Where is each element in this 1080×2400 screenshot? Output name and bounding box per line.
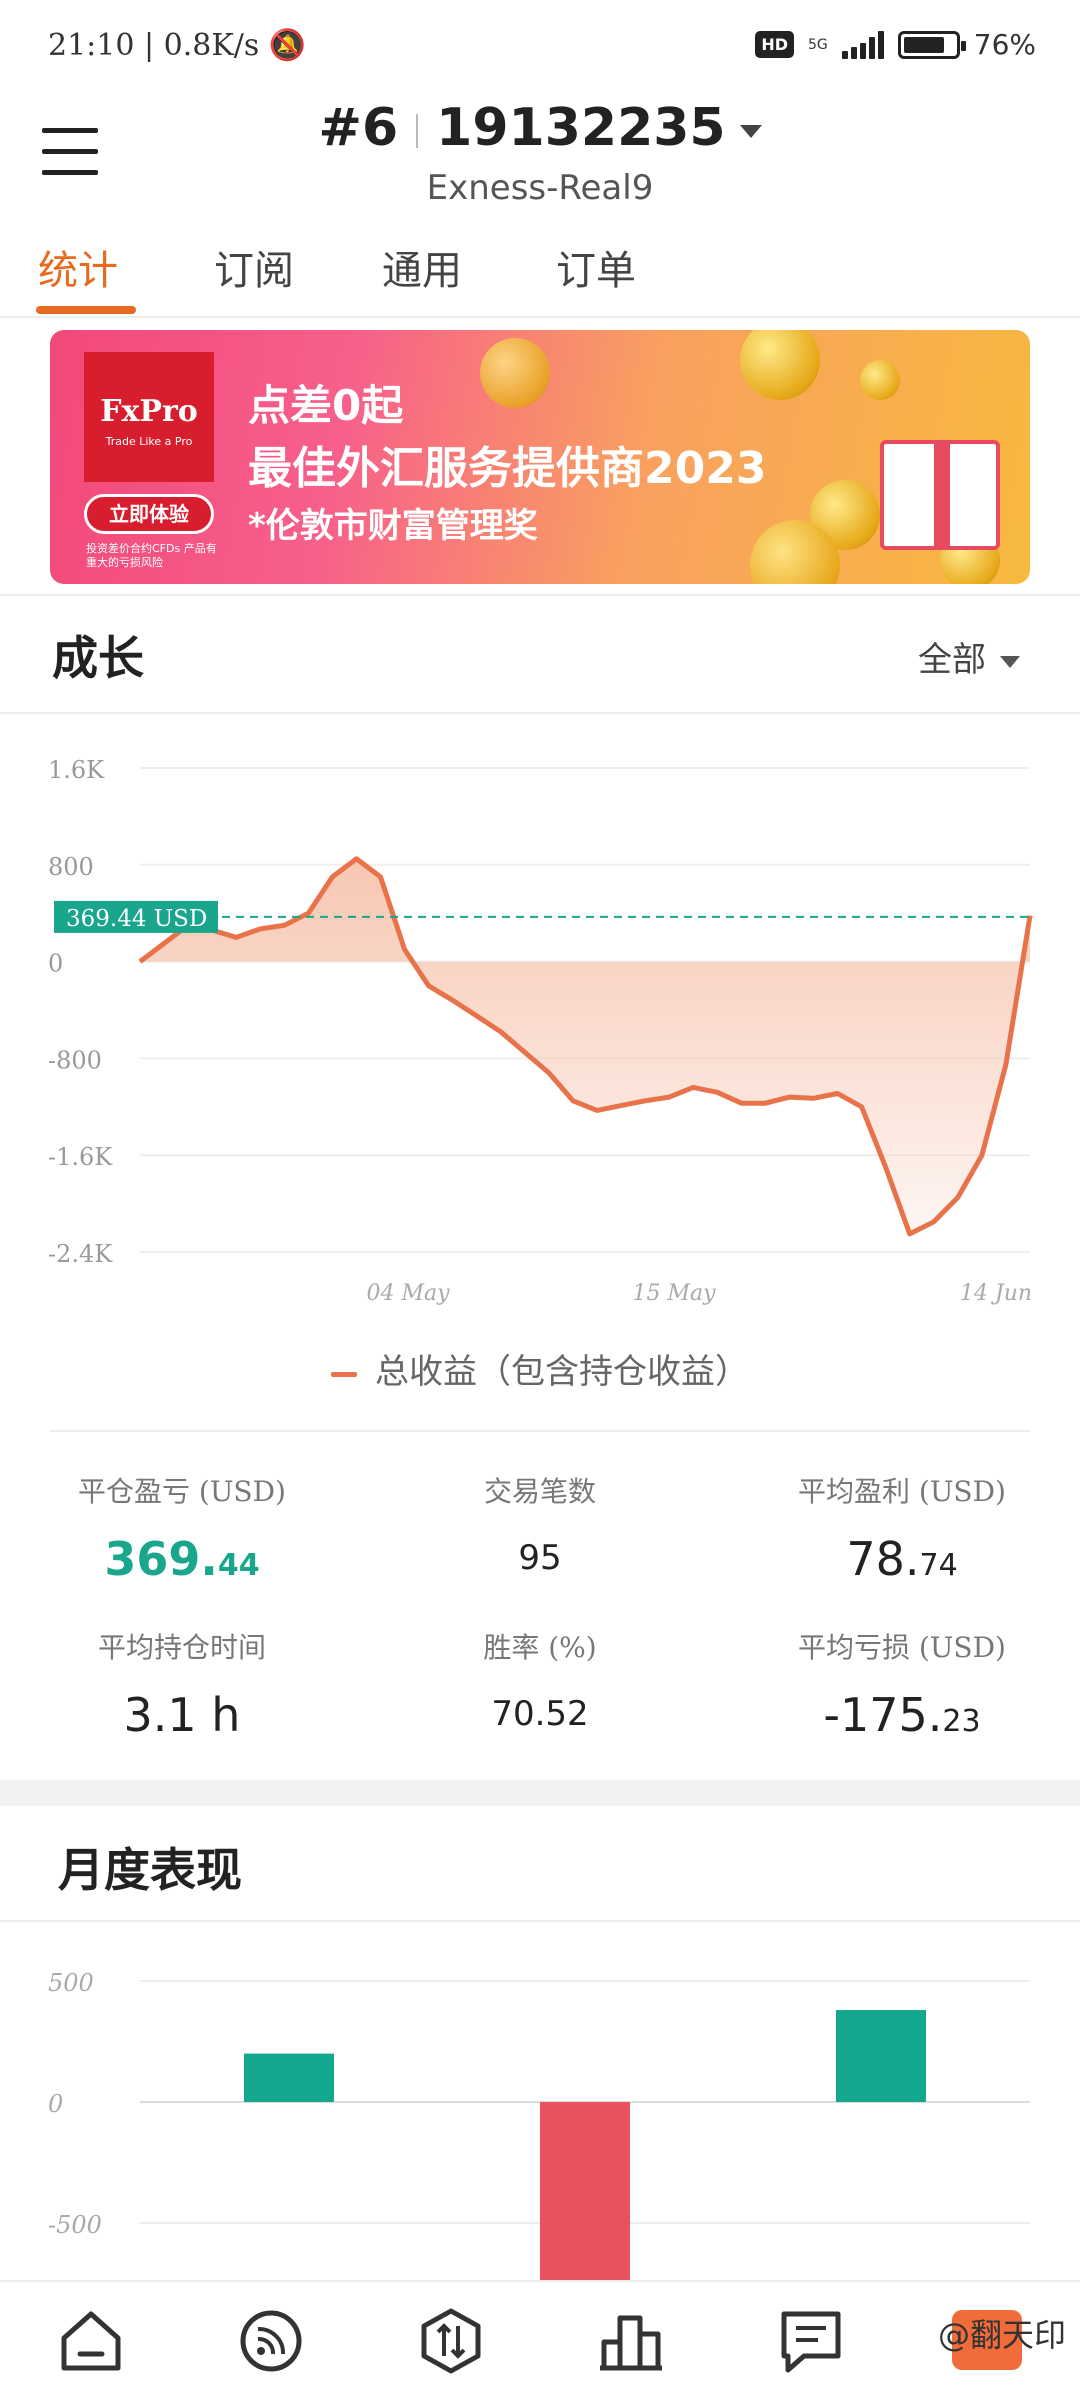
tab-statistics[interactable]: 统计 [38,238,118,296]
account-number: 19132235 [436,98,726,158]
range-selector[interactable]: 全部 [918,632,1020,681]
tab-active-indicator [36,306,136,314]
battery-level: 76% [973,28,1036,61]
messages-icon[interactable] [776,2306,846,2376]
tab-subscribe[interactable]: 订阅 [214,238,294,296]
watermark: @翻天印 [937,2316,1066,2354]
y-tick-label: 1.6K [48,756,105,784]
network-label: 5G [808,36,828,53]
x-tick-label: 14 Jun [960,1281,1032,1306]
chevron-down-icon [1000,656,1020,668]
monthly-chart: 500 0 -500 [48,1969,1030,2280]
legend-swatch [331,1371,357,1377]
stat-trade-count: 交易笔数 95 [483,1475,596,1578]
banner-disclaimer: 投资差价合约CFDs 产品有重大的亏损风险 [86,542,217,569]
mute-icon: 🔕 [268,28,307,63]
banner-line2: 最佳外汇服务提供商2023 [248,443,767,494]
bottom-nav [0,2280,1080,2400]
status-indicators: HD 5G 76% [755,28,1036,61]
banner-line1: 点差0起 [248,381,404,430]
stat-avg-loss: 平均亏损 (USD) -175.23 [798,1631,1006,1742]
tab-orders[interactable]: 订单 [556,238,636,296]
monthly-bar [836,2010,926,2102]
growth-area [140,858,1030,1234]
y-tick-label: 800 [48,853,94,881]
try-now-button[interactable]: 立即体验 [84,494,214,534]
monthly-bar [244,2053,334,2102]
y-tick-label: -1.6K [48,1143,113,1171]
gift-icon [880,440,1000,550]
battery-icon [897,30,966,59]
tab-general[interactable]: 通用 [382,238,462,296]
chart-legend: 总收益（包含持仓收益） [0,1344,1080,1393]
signals-icon[interactable] [236,2306,306,2376]
stat-closed-pnl: 平仓盈亏 (USD) 369.44 [78,1475,286,1586]
current-value-label: 369.44 USD [66,906,207,932]
status-bar: 21:10 | 0.8K/s 🔕 HD 5G 76% [0,0,1080,96]
growth-chart: 1.6K 800 0 -800 -1.6K -2.4K 369.44 USD 04 May 15… [48,756,1033,1306]
account-selector[interactable]: #6 19132235 [0,98,1080,158]
tab-bar: 统计 订阅 通用 订单 [0,232,1080,318]
fxpro-logo: FxPro Trade Like a Pro [84,352,214,482]
stat-win-rate: 胜率 (%) 70.52 [483,1631,597,1734]
y-tick-label: 0 [48,2090,63,2118]
x-tick-label: 15 May [632,1281,716,1306]
monthly-title: 月度表现 [58,1843,242,1897]
x-tick-label: 04 May [366,1281,450,1306]
monthly-bar [540,2102,630,2280]
stats-icon[interactable] [596,2306,666,2376]
growth-title: 成长 [52,631,144,685]
stat-avg-profit: 平均盈利 (USD) 78.74 [798,1475,1006,1586]
trade-icon[interactable] [416,2306,486,2376]
y-tick-label: -2.4K [48,1240,113,1268]
status-time: 21:10 | 0.8K/s 🔕 [48,28,307,63]
y-tick-label: -500 [48,2211,102,2239]
signal-icon [841,30,884,59]
y-tick-label: 500 [48,1969,94,1997]
stat-avg-hold-time: 平均持仓时间 3.1 h [97,1631,266,1742]
y-tick-label: -800 [48,1046,102,1074]
section-divider [0,1780,1080,1806]
home-icon[interactable] [56,2306,126,2376]
y-tick-label: 0 [48,950,63,978]
ad-banner[interactable]: FxPro Trade Like a Pro 立即体验 投资差价合约CFDs 产… [50,330,1030,584]
hd-icon: HD [755,31,794,58]
chevron-down-icon [739,124,762,138]
server-name: Exness-Real9 [426,168,654,208]
account-prefix: #6 [318,98,399,158]
banner-line3: *伦敦市财富管理奖 [248,506,538,546]
